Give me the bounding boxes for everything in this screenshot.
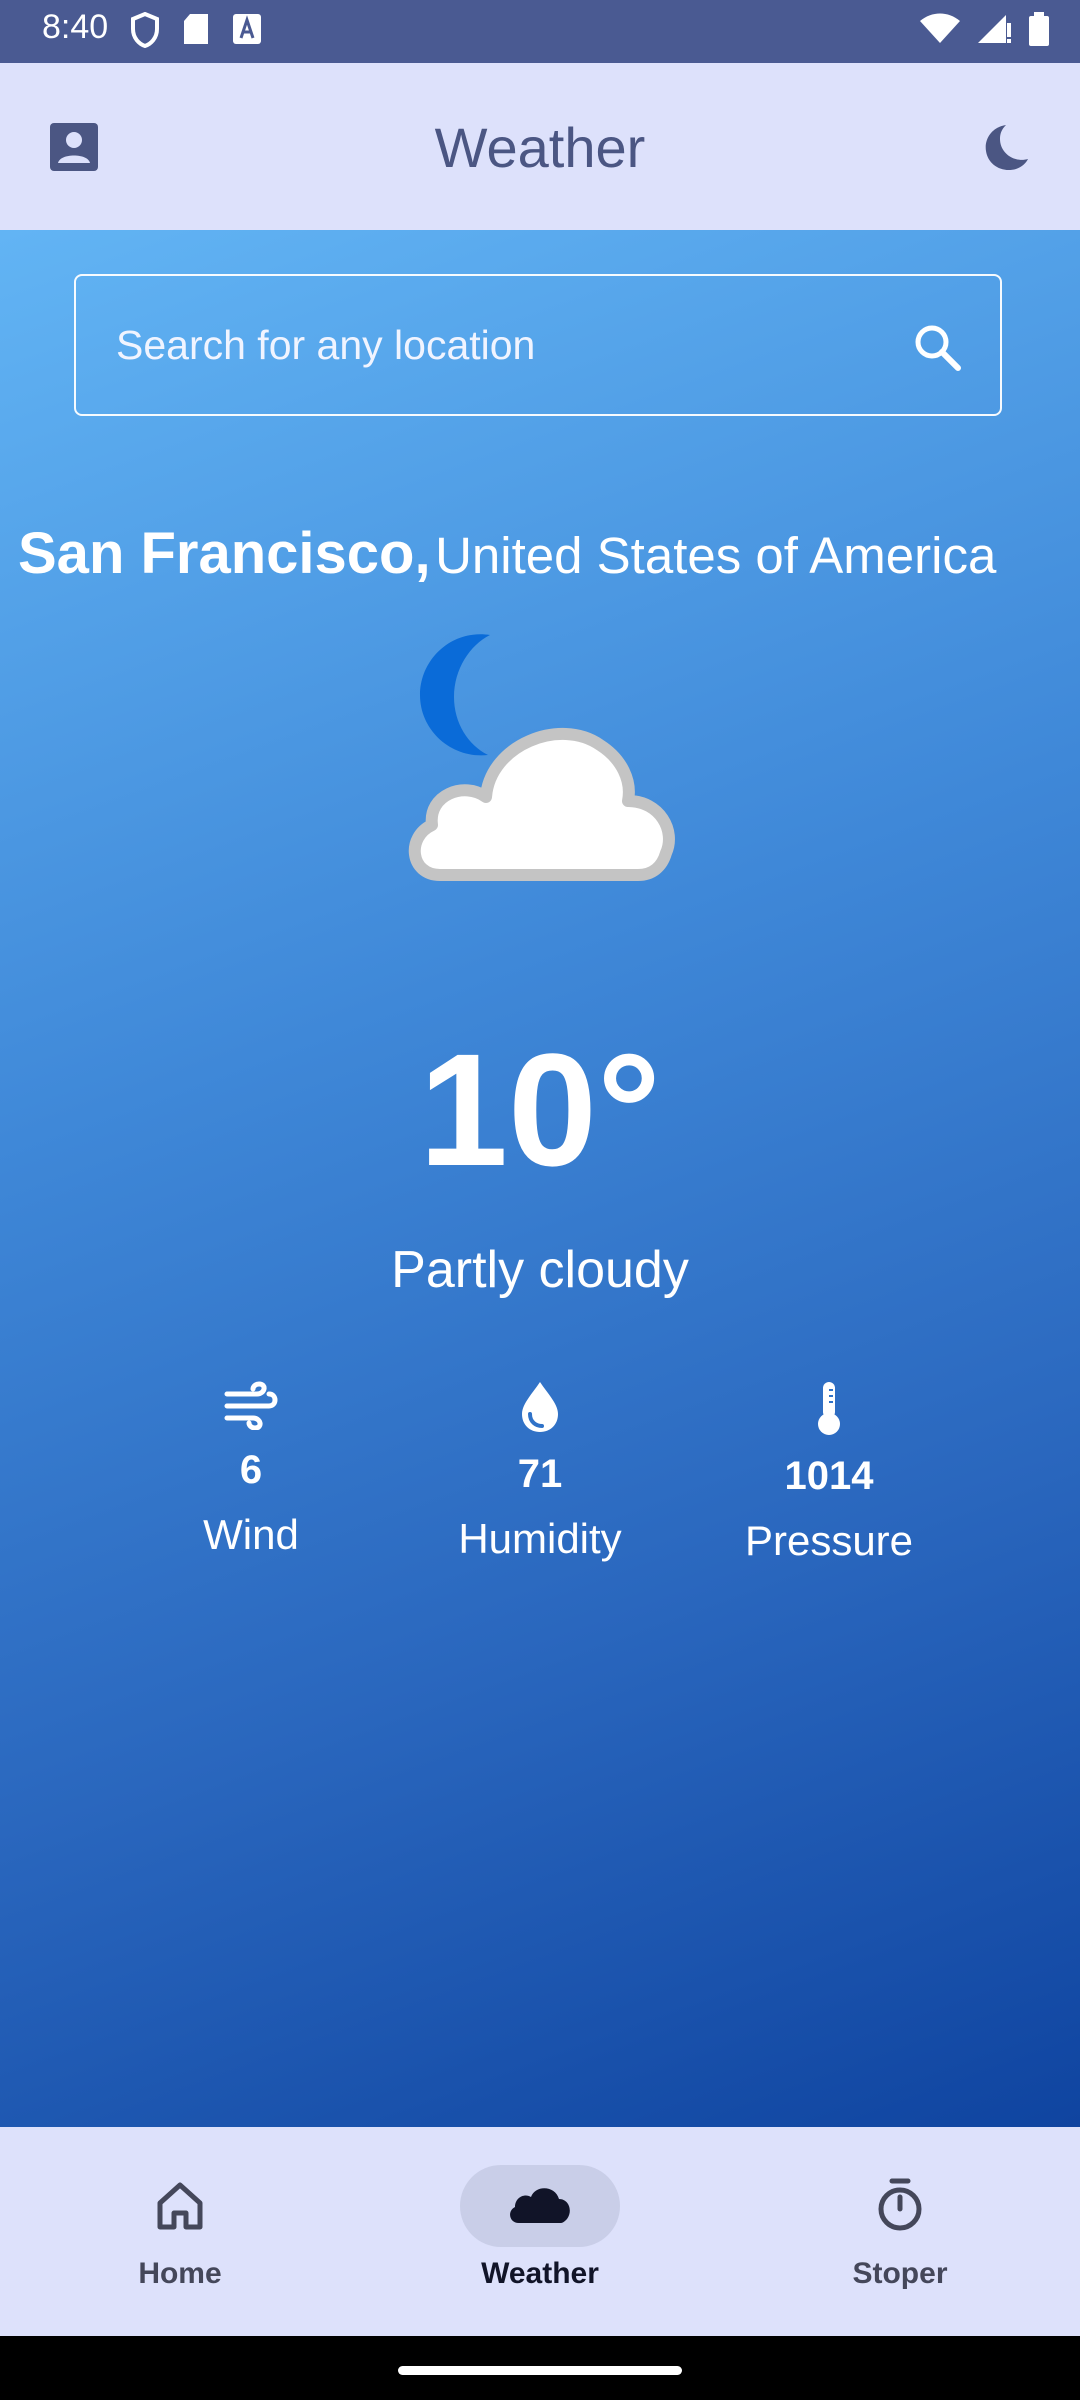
stat-label: Wind bbox=[203, 1511, 299, 1558]
current-condition: Partly cloudy bbox=[391, 1241, 689, 1299]
search-placeholder: Search for any location bbox=[116, 322, 536, 368]
status-notification-icons bbox=[130, 12, 262, 48]
bottom-navigation: Home Weather Stoper bbox=[0, 2127, 1080, 2336]
home-icon bbox=[157, 2182, 203, 2230]
wifi-icon bbox=[920, 13, 960, 43]
nav-item-stoper[interactable]: Stoper bbox=[720, 2127, 1080, 2336]
stat-label: Humidity bbox=[458, 1515, 622, 1562]
city-name: San Francisco, bbox=[18, 521, 431, 586]
shield-icon bbox=[131, 12, 159, 48]
nav-label: Home bbox=[138, 2257, 222, 2290]
signal-icon bbox=[978, 15, 1011, 43]
nav-item-home[interactable]: Home bbox=[0, 2127, 360, 2336]
humidity-drop-icon bbox=[522, 1382, 558, 1432]
nav-item-weather[interactable]: Weather bbox=[360, 2127, 720, 2336]
status-system-icons bbox=[920, 12, 1050, 46]
weather-panel: Search for any location San Francisco, U… bbox=[0, 230, 1080, 2127]
search-input[interactable]: Search for any location bbox=[74, 274, 1002, 416]
stat-pressure: 1014 Pressure bbox=[689, 1380, 969, 1565]
app-bar: Weather bbox=[0, 63, 1080, 230]
nav-label: Weather bbox=[481, 2257, 599, 2290]
page-title: Weather bbox=[434, 116, 646, 179]
home-gesture-handle[interactable] bbox=[398, 2366, 682, 2375]
sd-card-icon bbox=[184, 14, 208, 44]
font-a-icon bbox=[233, 14, 261, 44]
stat-value: 1014 bbox=[784, 1454, 874, 1498]
stat-value: 71 bbox=[517, 1452, 563, 1496]
search-icon[interactable] bbox=[910, 320, 964, 374]
battery-icon bbox=[1029, 12, 1049, 46]
cloud-icon bbox=[510, 2188, 570, 2223]
stat-wind: 6 Wind bbox=[111, 1380, 391, 1559]
stat-value: 6 bbox=[239, 1448, 263, 1492]
country-name: United States of America bbox=[435, 527, 997, 584]
status-time: 8:40 bbox=[42, 8, 109, 46]
gesture-bar bbox=[0, 2336, 1080, 2400]
status-bar: 8:40 bbox=[0, 0, 1080, 63]
stat-label: Pressure bbox=[744, 1517, 914, 1564]
current-temperature: 10° bbox=[419, 1020, 661, 1199]
stopwatch-icon bbox=[878, 2178, 922, 2231]
stat-humidity: 71 Humidity bbox=[400, 1380, 680, 1563]
wind-icon bbox=[224, 1381, 278, 1430]
thermometer-icon bbox=[818, 1382, 840, 1435]
partly-cloudy-night-icon bbox=[408, 634, 675, 881]
location-heading: San Francisco, United States of America bbox=[18, 520, 996, 587]
dark-mode-moon-icon[interactable] bbox=[976, 121, 1032, 177]
nav-label: Stoper bbox=[852, 2257, 948, 2290]
